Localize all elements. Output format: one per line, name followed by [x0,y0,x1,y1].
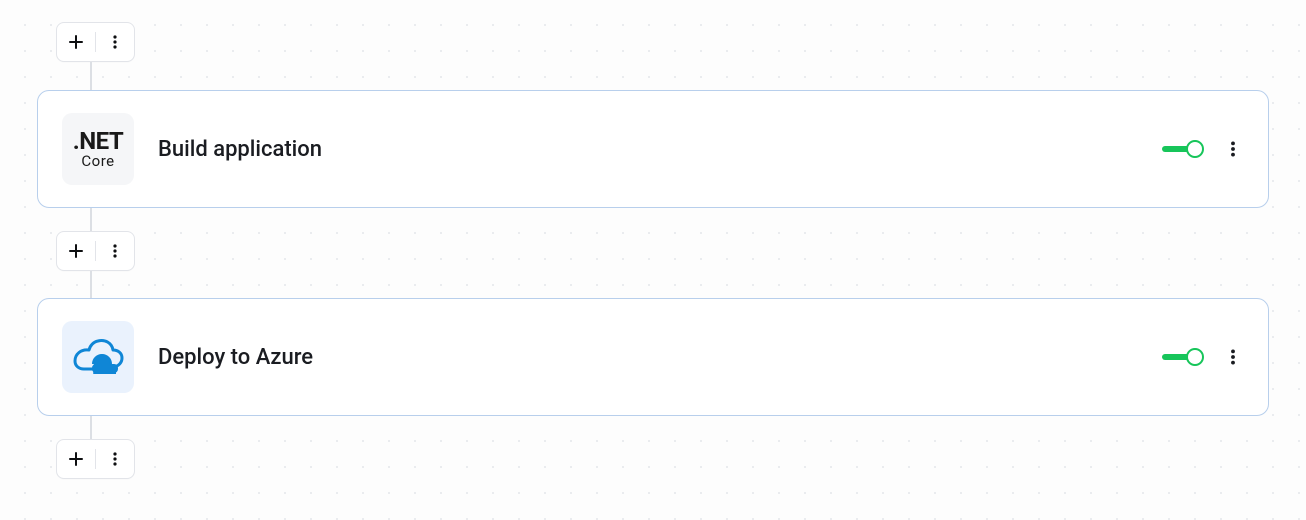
connector-line [90,271,92,298]
plus-icon [68,243,84,259]
icon-text-top: .NET [73,129,124,153]
add-step-pill [56,231,135,271]
step-more-button[interactable] [1222,138,1244,160]
connector-line [90,416,92,441]
more-vertical-icon [1224,140,1242,158]
divider [95,32,96,52]
more-vertical-icon [107,451,123,467]
pipeline-canvas: .NET Core Build application [0,0,1306,520]
enable-step-toggle[interactable] [1162,140,1204,158]
plus-icon [68,34,84,50]
more-vertical-icon [107,243,123,259]
toggle-knob [1186,140,1204,158]
more-vertical-icon [1224,348,1242,366]
step-more-button[interactable] [1222,346,1244,368]
step-actions [1162,346,1244,368]
add-step-pill [56,22,135,62]
more-actions-button[interactable] [104,31,126,53]
divider [95,449,96,469]
step-title: Build application [158,137,1162,162]
dotnet-core-icon: .NET Core [62,113,134,185]
add-step-button[interactable] [65,240,87,262]
pipeline-step-card[interactable]: Deploy to Azure [37,298,1269,416]
more-actions-button[interactable] [104,240,126,262]
divider [95,241,96,261]
add-step-button[interactable] [65,31,87,53]
pipeline-step-card[interactable]: .NET Core Build application [37,90,1269,208]
connector-line [90,62,92,90]
more-vertical-icon [107,34,123,50]
step-title: Deploy to Azure [158,345,1162,370]
add-step-pill [56,439,135,479]
enable-step-toggle[interactable] [1162,348,1204,366]
step-actions [1162,138,1244,160]
icon-text-bottom: Core [81,154,114,169]
toggle-knob [1186,348,1204,366]
cloud-icon [72,337,124,377]
azure-cloud-icon [62,321,134,393]
more-actions-button[interactable] [104,448,126,470]
add-step-button[interactable] [65,448,87,470]
plus-icon [68,451,84,467]
connector-line [90,208,92,233]
